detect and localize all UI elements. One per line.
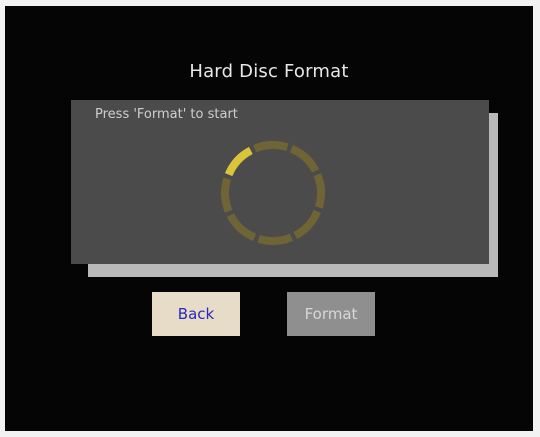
progress-segment: [221, 177, 233, 213]
format-button[interactable]: Format: [287, 292, 375, 336]
progress-segment: [313, 173, 325, 209]
instruction-text: Press 'Format' to start: [95, 107, 238, 122]
page-title: Hard Disc Format: [189, 61, 349, 82]
progress-ring-icon: [221, 141, 325, 245]
back-button[interactable]: Back: [152, 292, 240, 336]
progress-segment: [289, 144, 320, 173]
tv-screen: Hard Disc Format Press 'Format' to start…: [5, 6, 533, 431]
progress-segment: [253, 141, 289, 153]
format-dialog: Press 'Format' to start: [71, 100, 489, 264]
progress-segment: [226, 213, 257, 242]
progress-segment: [257, 233, 293, 245]
progress-segment: [293, 209, 322, 240]
progress-segment-active: [224, 146, 253, 177]
